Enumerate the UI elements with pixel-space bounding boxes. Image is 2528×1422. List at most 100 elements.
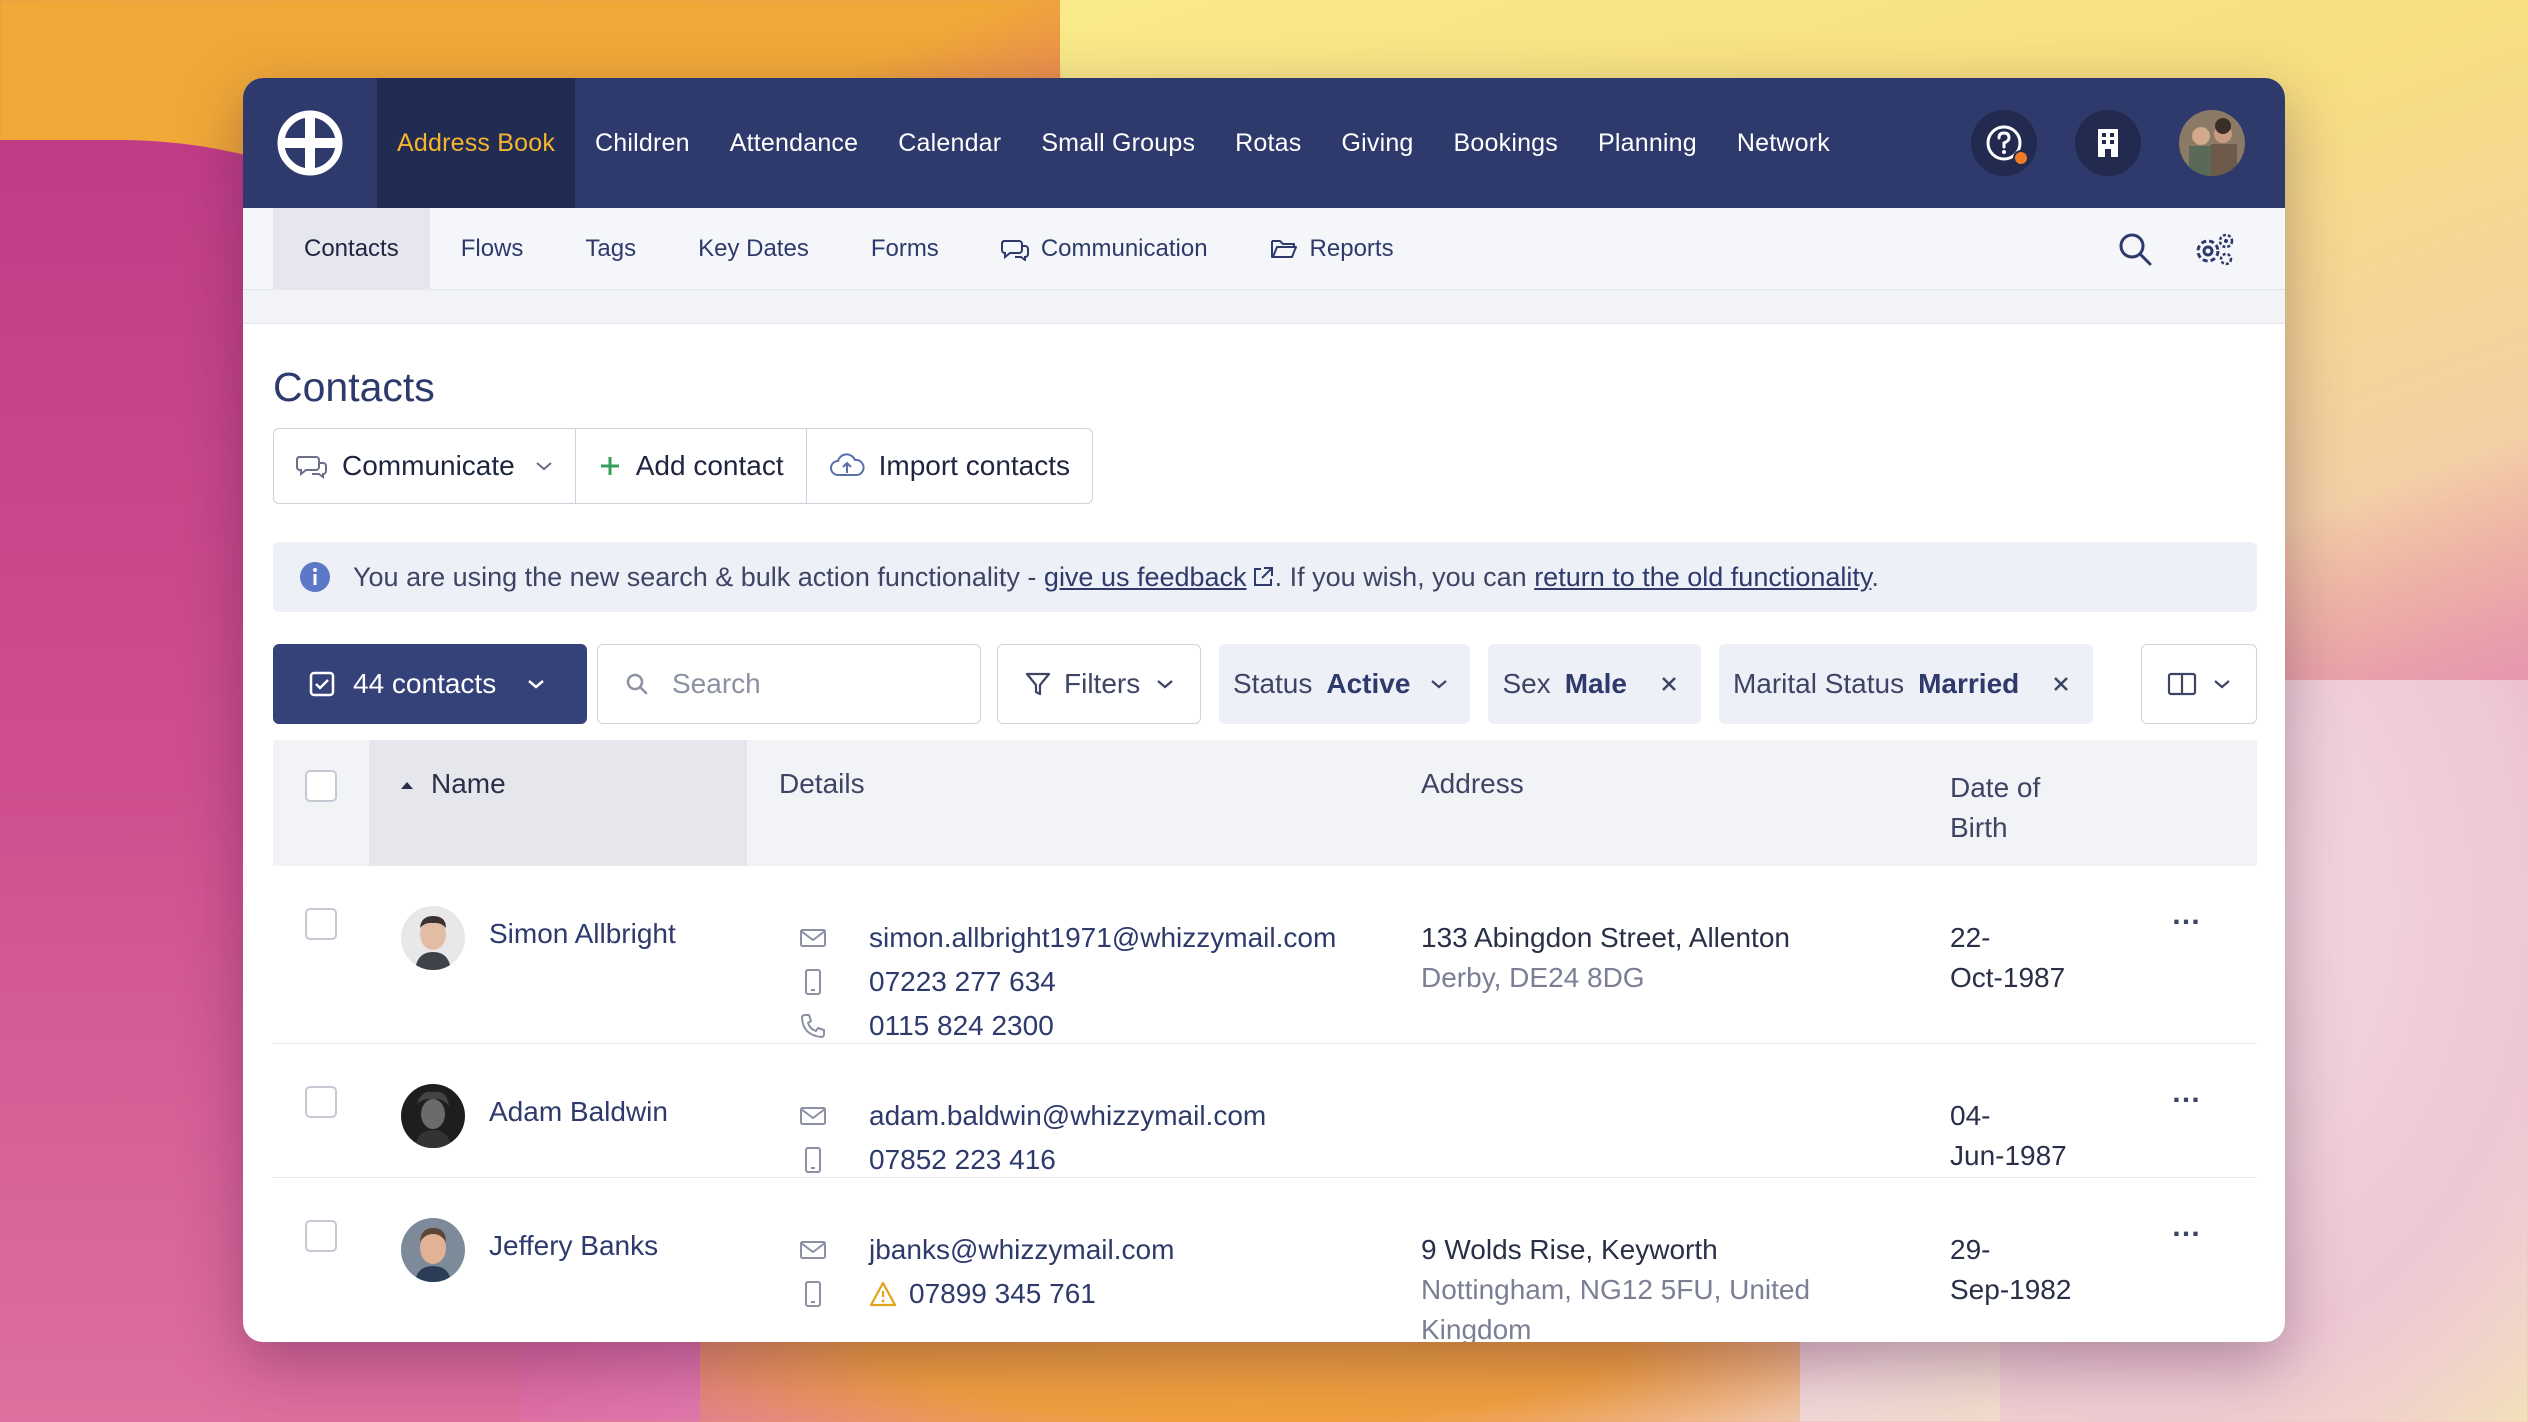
- row-more-button[interactable]: …: [2171, 1210, 2202, 1244]
- nav-planning[interactable]: Planning: [1578, 78, 1717, 208]
- header-dob-line2: Birth: [1950, 812, 2008, 843]
- info-text-start: You are using the new search & bulk acti…: [353, 561, 1044, 592]
- address-line2: Nottingham, NG12 5FU, United: [1421, 1274, 1811, 1305]
- row-more-button[interactable]: …: [2171, 1076, 2202, 1110]
- filter-chip-sex[interactable]: Sex Male: [1488, 644, 1701, 724]
- tab-tags[interactable]: Tags: [554, 208, 667, 290]
- warning-icon: [869, 1281, 897, 1307]
- chevron-down-icon: [536, 462, 552, 471]
- info-text-middle: . If you wish, you can: [1274, 561, 1535, 592]
- building-icon: [2098, 129, 2118, 157]
- nav-children[interactable]: Children: [575, 78, 710, 208]
- contact-name-link[interactable]: Jeffery Banks: [489, 1230, 658, 1262]
- email-icon: [800, 929, 826, 947]
- mobile-icon: [805, 969, 821, 995]
- info-banner: You are using the new search & bulk acti…: [273, 542, 2257, 612]
- app-logo[interactable]: [243, 78, 377, 208]
- folder-icon: [1270, 239, 1297, 258]
- contact-details: jbanks@whizzymail.com 07899 345 761: [797, 1228, 1174, 1316]
- row-more-button[interactable]: …: [2171, 898, 2202, 932]
- contact-email-link[interactable]: adam.baldwin@whizzymail.com: [869, 1100, 1266, 1132]
- dob-line2: Jun-1987: [1950, 1140, 2067, 1171]
- header-name[interactable]: Name: [369, 740, 747, 866]
- tab-communication[interactable]: Communication: [970, 208, 1239, 290]
- header-address: Address: [1421, 768, 1524, 799]
- nav-giving[interactable]: Giving: [1321, 78, 1433, 208]
- external-link-icon: [1253, 566, 1273, 586]
- tab-reports-label: Reports: [1309, 234, 1394, 262]
- filter-icon: [1025, 672, 1051, 696]
- user-avatar[interactable]: [2179, 110, 2245, 176]
- table-row[interactable]: Simon Allbright simon.allbright1971@whiz…: [273, 866, 2257, 1044]
- chevron-down-icon: [1157, 680, 1173, 689]
- contact-mobile-link[interactable]: 07899 345 761: [909, 1278, 1096, 1310]
- header-details: Details: [779, 768, 865, 799]
- nav-rotas[interactable]: Rotas: [1215, 78, 1321, 208]
- chevron-down-icon: [1431, 680, 1448, 689]
- chip-value: Married: [1918, 668, 2020, 699]
- communicate-button[interactable]: Communicate: [274, 429, 576, 503]
- contact-email-link[interactable]: jbanks@whizzymail.com: [869, 1234, 1174, 1266]
- nav-small-groups[interactable]: Small Groups: [1021, 78, 1215, 208]
- tab-forms[interactable]: Forms: [840, 208, 970, 290]
- feedback-link[interactable]: give us feedback: [1044, 562, 1247, 592]
- chip-value: Active: [1326, 668, 1411, 699]
- organisation-button[interactable]: [2075, 110, 2141, 176]
- sub-navigation: Contacts Flows Tags Key Dates Forms Comm…: [243, 207, 2285, 290]
- filter-chip-marital-status[interactable]: Marital Status Married: [1718, 644, 2094, 724]
- table-row[interactable]: Adam Baldwin adam.baldwin@whizzymail.com…: [273, 1044, 2257, 1178]
- tab-contacts[interactable]: Contacts: [273, 207, 430, 290]
- chat-icon: [296, 456, 327, 479]
- avatar: [401, 1084, 465, 1148]
- nav-attendance[interactable]: Attendance: [710, 78, 879, 208]
- nav-bookings[interactable]: Bookings: [1434, 78, 1578, 208]
- nav-calendar[interactable]: Calendar: [878, 78, 1021, 208]
- search-icon: [626, 673, 648, 695]
- nav-network[interactable]: Network: [1717, 78, 1850, 208]
- settings-gear-icon[interactable]: [2193, 231, 2235, 267]
- contact-mobile-link[interactable]: 07223 277 634: [869, 966, 1056, 998]
- close-icon[interactable]: [2051, 674, 2071, 694]
- tab-key-dates[interactable]: Key Dates: [667, 208, 840, 290]
- row-checkbox[interactable]: [305, 1220, 337, 1252]
- import-contacts-label: Import contacts: [878, 450, 1071, 481]
- tab-flows[interactable]: Flows: [430, 208, 555, 290]
- address-line1: 133 Abingdon Street, Allenton: [1421, 922, 1790, 953]
- columns-button[interactable]: [2141, 644, 2257, 724]
- select-contacts-button[interactable]: 44 contacts: [273, 644, 587, 724]
- contact-phone-link[interactable]: 0115 824 2300: [869, 1010, 1054, 1042]
- contact-photo: [401, 906, 465, 970]
- help-button[interactable]: [1971, 110, 2037, 176]
- table-row[interactable]: Jeffery Banks jbanks@whizzymail.com 0789…: [273, 1178, 2257, 1342]
- contact-address: 9 Wolds Rise, Keyworth Nottingham, NG12 …: [1421, 1230, 1810, 1342]
- communicate-label: Communicate: [342, 450, 515, 481]
- select-all-checkbox[interactable]: [305, 770, 337, 802]
- contact-name-link[interactable]: Adam Baldwin: [489, 1096, 668, 1128]
- divider-strip: [243, 290, 2285, 324]
- action-button-group: Communicate Add contact Import contacts: [273, 428, 1094, 504]
- row-checkbox[interactable]: [305, 1086, 337, 1118]
- search-input[interactable]: Search: [597, 644, 981, 724]
- dob-line2: Sep-1982: [1950, 1274, 2072, 1305]
- address-line3: Kingdom: [1421, 1314, 1532, 1342]
- filter-chip-status[interactable]: Status Active: [1219, 644, 1471, 724]
- email-icon: [800, 1241, 826, 1259]
- page-title: Contacts: [273, 364, 435, 410]
- checkbox-checked-icon: [309, 671, 335, 697]
- nav-address-book[interactable]: Address Book: [377, 78, 576, 208]
- add-contact-button[interactable]: Add contact: [576, 429, 807, 503]
- import-contacts-button[interactable]: Import contacts: [807, 429, 1092, 503]
- contact-email-link[interactable]: simon.allbright1971@whizzymail.com: [869, 922, 1336, 954]
- contact-mobile-link[interactable]: 07852 223 416: [869, 1144, 1056, 1176]
- old-functionality-link[interactable]: return to the old functionality: [1534, 562, 1871, 592]
- info-icon: [300, 562, 330, 592]
- chevron-down-icon: [2214, 680, 2230, 689]
- address-line2: Derby, DE24 8DG: [1421, 962, 1645, 993]
- close-icon[interactable]: [1659, 674, 1679, 694]
- search-icon[interactable]: [2117, 231, 2153, 267]
- tab-reports[interactable]: Reports: [1239, 208, 1425, 290]
- contact-name-link[interactable]: Simon Allbright: [489, 918, 676, 950]
- filters-button[interactable]: Filters: [997, 644, 1201, 724]
- header-date-of-birth[interactable]: Date of Birth: [1950, 768, 2040, 848]
- row-checkbox[interactable]: [305, 908, 337, 940]
